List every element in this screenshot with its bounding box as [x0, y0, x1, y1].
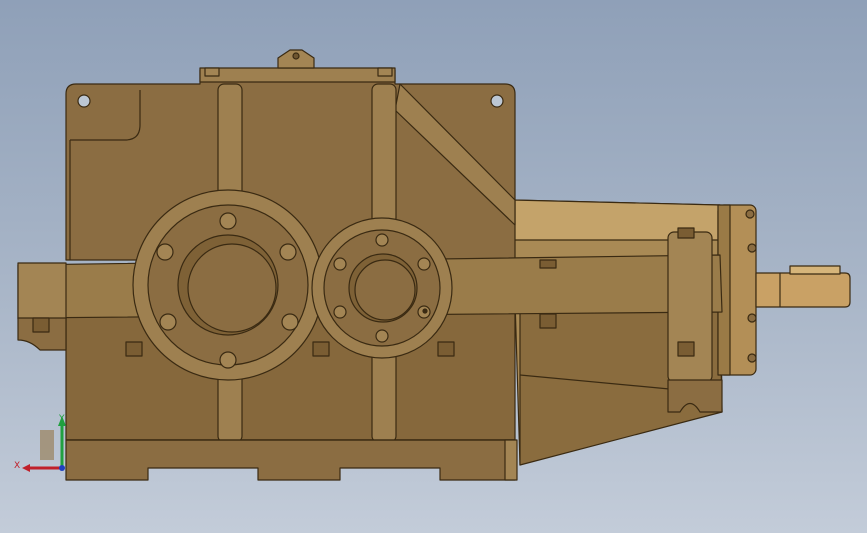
mount-hole-left — [77, 94, 91, 108]
mount-hole-right — [490, 94, 504, 108]
gearbox-model[interactable] — [0, 0, 867, 533]
flange-right-block — [667, 231, 713, 383]
bearing-housing-small — [311, 217, 453, 359]
cad-viewport[interactable]: X Y — [0, 0, 867, 533]
rib-lower-right — [371, 349, 397, 443]
x-axis-label: X — [14, 461, 20, 471]
rib-upper-right — [371, 83, 397, 225]
base-plate — [65, 439, 516, 481]
shaft-key — [789, 265, 841, 275]
bearing-housing-large — [132, 189, 324, 381]
top-lid — [199, 67, 396, 83]
y-axis-label: Y — [58, 414, 65, 424]
coordinate-triad: X Y — [14, 414, 66, 472]
z-axis-dot — [59, 465, 65, 471]
flange-left-end — [17, 262, 67, 320]
output-shaft — [755, 272, 851, 308]
